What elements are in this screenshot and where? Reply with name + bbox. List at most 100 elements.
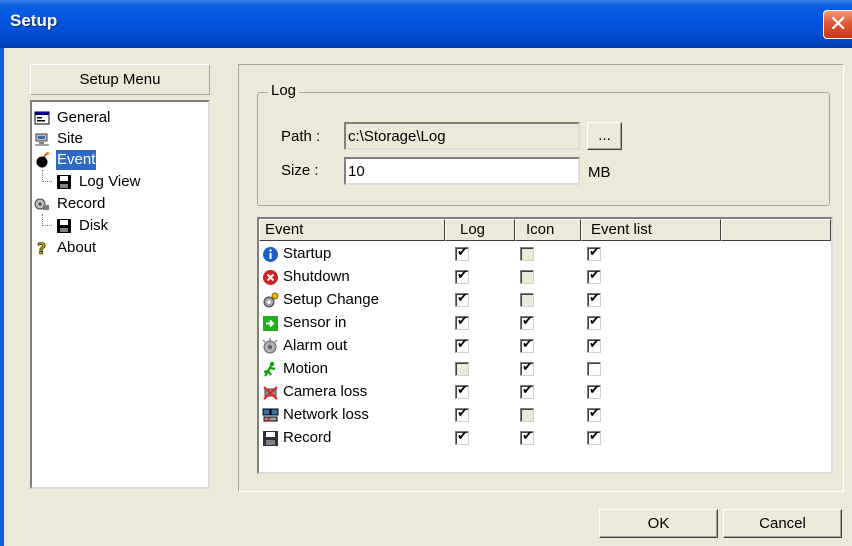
check-icon: ✔ xyxy=(457,429,468,444)
tree-connector xyxy=(42,170,52,182)
tree-item-label: Record xyxy=(57,195,106,212)
log-checkbox[interactable]: ✔ xyxy=(455,406,469,422)
table-row: Alarm out ✔ ✔ ✔ xyxy=(259,335,831,358)
check-icon: ✔ xyxy=(589,291,600,306)
event-list-checkbox[interactable]: ✔ xyxy=(587,245,601,261)
check-icon: ✔ xyxy=(522,337,533,352)
floppy-icon xyxy=(57,219,71,233)
icon-checkbox[interactable] xyxy=(520,247,534,261)
tree-item-label: Log View xyxy=(79,173,141,190)
log-checkbox[interactable]: ✔ xyxy=(455,268,469,284)
event-list-checkbox[interactable]: ✔ xyxy=(587,406,601,422)
event-list-checkbox[interactable]: ✔ xyxy=(587,291,601,307)
log-checkbox[interactable]: ✔ xyxy=(455,383,469,399)
log-checkbox[interactable] xyxy=(455,362,469,376)
ok-button[interactable]: OK xyxy=(599,509,718,538)
table-row: Startup ✔ ✔ xyxy=(259,243,831,266)
column-header-icon[interactable]: Icon xyxy=(515,219,581,241)
record-icon xyxy=(34,198,49,210)
shutdown-icon xyxy=(263,270,278,285)
check-icon: ✔ xyxy=(457,337,468,352)
table-row: Motion ✔ xyxy=(259,358,831,381)
check-icon: ✔ xyxy=(589,245,600,260)
table-row: Setup Change ✔ ✔ xyxy=(259,289,831,312)
close-button[interactable]: ✕ xyxy=(823,10,852,39)
check-icon: ✔ xyxy=(457,314,468,329)
tree-connector xyxy=(42,214,52,226)
icon-checkbox[interactable] xyxy=(520,408,534,422)
event-list-checkbox[interactable]: ✔ xyxy=(587,337,601,353)
event-table[interactable]: Event Log Icon Event list Startup ✔ ✔ Shutd… xyxy=(257,217,833,474)
tree-item-label: General xyxy=(57,109,111,126)
setup-menu-header: Setup Menu xyxy=(30,64,210,95)
icon-checkbox[interactable]: ✔ xyxy=(520,383,534,399)
path-label: Path : xyxy=(281,128,321,145)
floppy-icon xyxy=(57,175,71,189)
table-row: Shutdown ✔ ✔ xyxy=(259,266,831,289)
event-name: Shutdown xyxy=(283,268,350,285)
check-icon: ✔ xyxy=(589,337,600,352)
column-header-event[interactable]: Event xyxy=(259,219,445,241)
log-checkbox[interactable]: ✔ xyxy=(455,337,469,353)
sensor-in-icon xyxy=(263,316,278,331)
tree-item-label: Site xyxy=(57,130,83,147)
event-name: Network loss xyxy=(283,406,369,423)
log-checkbox[interactable]: ✔ xyxy=(455,291,469,307)
info-icon xyxy=(263,247,278,262)
network-loss-icon xyxy=(262,408,279,423)
event-name: Sensor in xyxy=(283,314,347,331)
about-icon: ? xyxy=(37,240,47,256)
column-header-event-list[interactable]: Event list xyxy=(581,219,721,241)
icon-checkbox[interactable]: ✔ xyxy=(520,429,534,445)
event-name: Alarm out xyxy=(283,337,348,354)
size-label: Size : xyxy=(281,162,319,179)
icon-checkbox[interactable]: ✔ xyxy=(520,360,534,376)
site-icon xyxy=(35,133,49,146)
check-icon: ✔ xyxy=(522,429,533,444)
icon-checkbox[interactable] xyxy=(520,293,534,307)
check-icon: ✔ xyxy=(589,406,600,421)
motion-icon xyxy=(263,361,276,377)
size-unit: MB xyxy=(588,164,611,181)
camera-loss-icon xyxy=(263,386,278,400)
browse-button[interactable]: ... xyxy=(587,122,622,150)
record-floppy-icon xyxy=(263,431,278,446)
table-row: Sensor in ✔ ✔ ✔ xyxy=(259,312,831,335)
log-checkbox[interactable]: ✔ xyxy=(455,245,469,261)
column-header-blank xyxy=(721,219,831,241)
check-icon: ✔ xyxy=(457,291,468,306)
check-icon: ✔ xyxy=(457,268,468,283)
close-icon: ✕ xyxy=(829,12,848,37)
cancel-button[interactable]: Cancel xyxy=(723,509,842,538)
log-checkbox[interactable]: ✔ xyxy=(455,314,469,330)
check-icon: ✔ xyxy=(457,406,468,421)
event-list-checkbox[interactable]: ✔ xyxy=(587,429,601,445)
icon-checkbox[interactable] xyxy=(520,270,534,284)
log-group-title: Log xyxy=(268,82,300,99)
check-icon: ✔ xyxy=(522,360,533,375)
table-row: Network loss ✔ ✔ xyxy=(259,404,831,427)
title-bar[interactable]: Setup ✕ xyxy=(0,0,852,48)
event-name: Startup xyxy=(283,245,332,262)
window-title: Setup xyxy=(10,11,58,30)
event-name: Camera loss xyxy=(283,383,368,400)
icon-checkbox[interactable]: ✔ xyxy=(520,314,534,330)
size-field[interactable] xyxy=(344,157,580,185)
table-header: Event Log Icon Event list xyxy=(259,219,831,241)
tree-item-label: Disk xyxy=(79,217,109,234)
check-icon: ✔ xyxy=(589,429,600,444)
path-field[interactable] xyxy=(344,122,580,150)
event-list-checkbox[interactable]: ✔ xyxy=(587,314,601,330)
event-name: Motion xyxy=(283,360,329,377)
log-checkbox[interactable]: ✔ xyxy=(455,429,469,445)
alarm-out-icon xyxy=(262,338,278,354)
setup-menu-tree[interactable]: General Site Event Log View Record Disk … xyxy=(30,100,210,489)
event-list-checkbox[interactable]: ✔ xyxy=(587,268,601,284)
check-icon: ✔ xyxy=(522,314,533,329)
event-list-checkbox[interactable] xyxy=(587,362,601,376)
column-header-log[interactable]: Log xyxy=(445,219,515,241)
tree-item-label: Event xyxy=(56,150,97,170)
event-list-checkbox[interactable]: ✔ xyxy=(587,383,601,399)
icon-checkbox[interactable]: ✔ xyxy=(520,337,534,353)
window-frame xyxy=(0,48,4,546)
